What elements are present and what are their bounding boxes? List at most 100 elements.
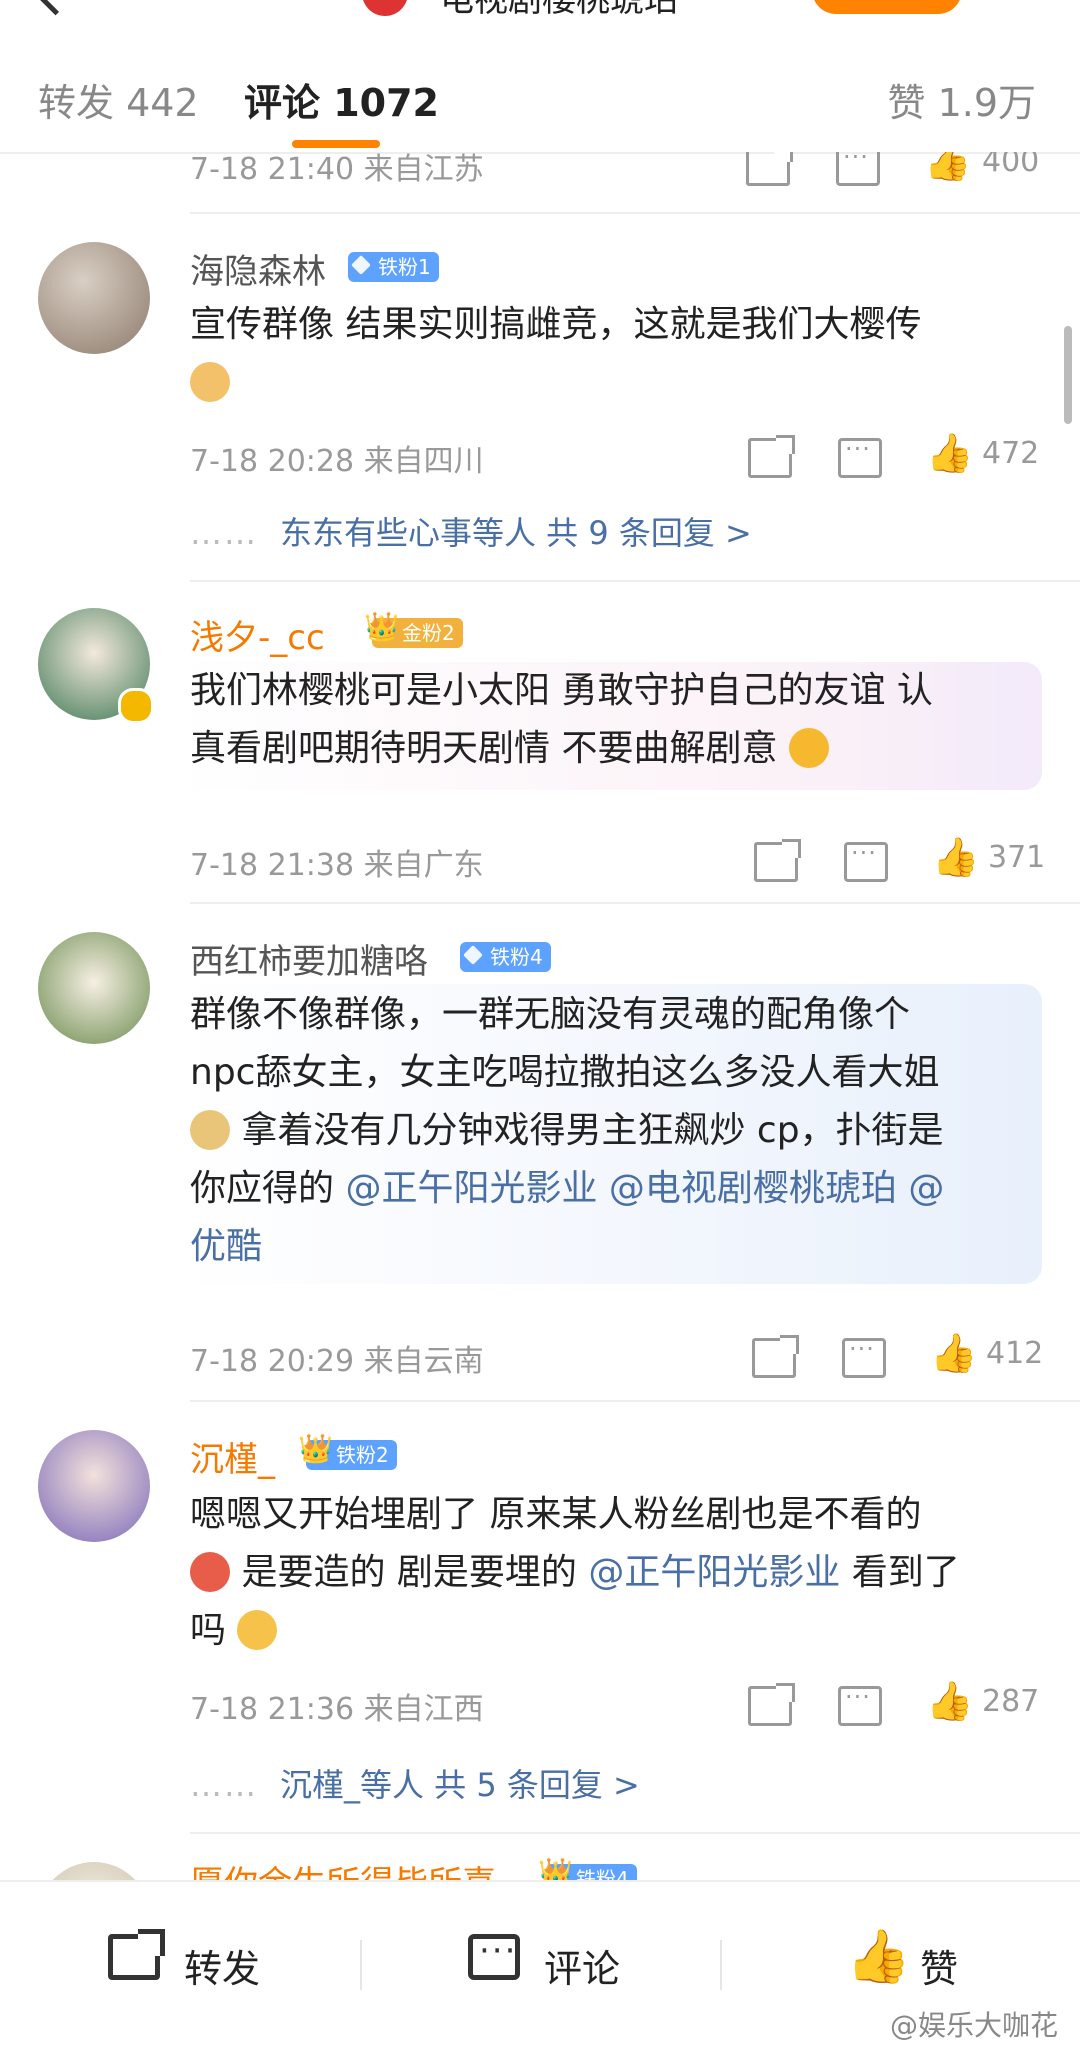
badge-label: 铁粉1 (378, 255, 431, 279)
username[interactable]: 西红柿要加糖咯 (190, 934, 428, 983)
comment-meta: 7-18 21:36 来自江西 (190, 1692, 484, 1727)
reply-summary-link[interactable]: …… 沉槿_等人 共 5 条回复 > (190, 1760, 640, 1806)
avatar[interactable] (38, 1862, 150, 1880)
comment-text: 群像不像群像，一群无脑没有灵魂的配角像个 npc舔女主，女主吃喝拉撒拍这么多没人… (190, 986, 1050, 1276)
mention-link[interactable]: @正午阳光影业 (588, 1552, 840, 1593)
comment-text: 我们林樱桃可是小太阳 勇敢守护自己的友谊 认 真看剧吧期待明天剧情 不要曲解剧意 (190, 662, 1050, 778)
fan-badge: 铁粉4 (460, 942, 551, 972)
thumbs-up-icon[interactable]: 👍 (926, 434, 973, 472)
comment-meta: 7-18 20:28 来自四川 (190, 444, 484, 479)
author-avatar[interactable] (362, 0, 408, 16)
comment-meta: 7-18 20:29 来自云南 (190, 1344, 484, 1379)
follow-button[interactable] (812, 0, 962, 14)
badge-label: 金粉2 (402, 621, 455, 645)
divider (190, 902, 1080, 904)
mention-link[interactable]: 优酷 (190, 1226, 262, 1267)
tab-repost[interactable]: 转发 442 (38, 72, 199, 127)
like-count: 472 (982, 436, 1040, 471)
doge-emoji-icon (190, 1110, 230, 1150)
badge-label: 铁粉4 (490, 945, 543, 969)
scrollbar[interactable] (1064, 326, 1072, 424)
author-name: 电视剧樱桃琥珀 (440, 0, 678, 20)
thumbs-up-emoji-icon (190, 362, 230, 402)
fan-badge: 铁粉1 (348, 252, 439, 282)
diamond-icon (463, 945, 483, 965)
fan-badge: 👑 金粉2 (364, 612, 463, 648)
mention-link[interactable]: @电视剧樱桃琥珀 (597, 1168, 897, 1209)
share-icon[interactable] (754, 839, 801, 882)
dots-icon: …… (190, 1766, 258, 1804)
like-count: 287 (982, 1684, 1040, 1719)
mention-link[interactable]: @ (897, 1168, 944, 1209)
divider (190, 580, 1080, 582)
thumbs-up-icon[interactable]: 👍 (926, 1682, 973, 1720)
share-icon[interactable] (748, 1683, 795, 1726)
divider (720, 1940, 722, 1990)
crown-icon: 👑 (298, 1432, 333, 1465)
comment-text-line: 看到了 (840, 1552, 960, 1593)
crown-icon: 👑 (538, 1856, 573, 1881)
reply-summary-text: 东东有些心事等人 共 9 条回复 > (280, 514, 752, 552)
chevron-left-icon[interactable] (33, 0, 78, 16)
comment-text-line: 是要造的 剧是要埋的 (241, 1552, 589, 1593)
divider (360, 1940, 362, 1990)
like-count: 371 (988, 840, 1046, 875)
reply-summary-link[interactable]: …… 东东有些心事等人 共 9 条回复 > (190, 508, 752, 554)
comment-icon[interactable] (842, 1335, 886, 1378)
crown-icon: 👑 (364, 610, 399, 643)
tab-likes[interactable]: 赞 1.9万 (887, 72, 1036, 127)
like-button[interactable]: 赞 (920, 1938, 958, 1993)
laughing-emoji-icon (788, 728, 829, 768)
share-icon[interactable] (748, 435, 795, 478)
badge-label: 铁粉4 (576, 1867, 629, 1880)
tab-comments[interactable]: 评论 1072 (244, 72, 439, 127)
comment-text-line: 群像不像群像，一群无脑没有灵魂的配角像个 (190, 994, 911, 1035)
username[interactable]: 愿你余生所得皆所喜 (190, 1856, 496, 1880)
thumbs-up-icon[interactable]: 👍 (930, 1334, 977, 1372)
comment-text-line: 你应得的 (190, 1168, 346, 1209)
diamond-icon (351, 255, 371, 275)
repost-button[interactable]: 转发 (184, 1938, 260, 1993)
comment-text-line: npc舔女主，女主吃喝拉撒拍这么多没人看大姐 (190, 1052, 940, 1093)
avatar[interactable] (38, 932, 150, 1044)
comment-text-line: 拿着没有几分钟戏得男主狂飙炒 cp，扑街是 (241, 1110, 944, 1151)
watermark: @娱乐大咖花 (889, 2009, 1058, 2042)
active-tab-indicator (292, 140, 380, 148)
share-icon[interactable] (752, 1335, 799, 1378)
username[interactable]: 海隐森林 (190, 244, 326, 293)
comment-feed[interactable]: 7-18 21:40 来自江苏 👍 400 海隐森林 铁粉1 宣传群像 结果实则… (0, 152, 1080, 1880)
comment-text-line: 吗 (190, 1610, 227, 1651)
like-count: 412 (986, 1336, 1044, 1371)
blush-emoji-icon (237, 1610, 278, 1650)
comment-text-line: 宣传群像 结果实则搞雌竞，这就是我们大樱传 (190, 304, 922, 345)
share-icon[interactable] (746, 152, 793, 186)
like-count: 400 (982, 152, 1040, 179)
dots-icon: …… (190, 514, 258, 552)
username[interactable]: 浅夕-_cc (190, 610, 325, 659)
tab-bar: 转发 442 评论 1072 赞 1.9万 (0, 40, 1080, 154)
fan-badge: 👑 铁粉4 (538, 1858, 637, 1880)
thumbs-up-icon[interactable]: 👍 (924, 152, 971, 180)
comment-icon[interactable] (836, 152, 880, 186)
comment-meta: 7-18 21:38 来自广东 (190, 848, 484, 883)
top-nav-bar: 电视剧樱桃琥珀 (0, 0, 1080, 40)
divider (190, 212, 1080, 214)
comment-icon[interactable] (838, 435, 882, 478)
thumbs-up-icon[interactable]: 👍 (846, 1931, 911, 1983)
comment-icon[interactable] (468, 1931, 520, 1980)
comment-icon[interactable] (844, 839, 888, 882)
comment-text: 嗯嗯又开始埋剧了 原来某人粉丝剧也是不看的 是要造的 剧是要埋的 @正午阳光影业… (190, 1486, 1050, 1660)
avatar[interactable] (38, 1430, 150, 1542)
comment-icon[interactable] (838, 1683, 882, 1726)
fan-badge: 👑 铁粉2 (298, 1434, 397, 1470)
share-icon[interactable] (108, 1929, 165, 1980)
username[interactable]: 沉槿_ (190, 1432, 275, 1481)
avatar[interactable] (38, 242, 150, 354)
comment-button[interactable]: 评论 (544, 1938, 620, 1993)
thumbs-up-icon[interactable]: 👍 (932, 838, 979, 876)
comment-text: 宣传群像 结果实则搞雌竞，这就是我们大樱传 (190, 296, 1050, 412)
reply-summary-text: 沉槿_等人 共 5 条回复 > (280, 1766, 640, 1804)
comment-text-line: 我们林樱桃可是小太阳 勇敢守护自己的友谊 认 (190, 670, 933, 711)
comment-text-line: 真看剧吧期待明天剧情 不要曲解剧意 (190, 728, 778, 769)
mention-link[interactable]: @正午阳光影业 (345, 1168, 597, 1209)
